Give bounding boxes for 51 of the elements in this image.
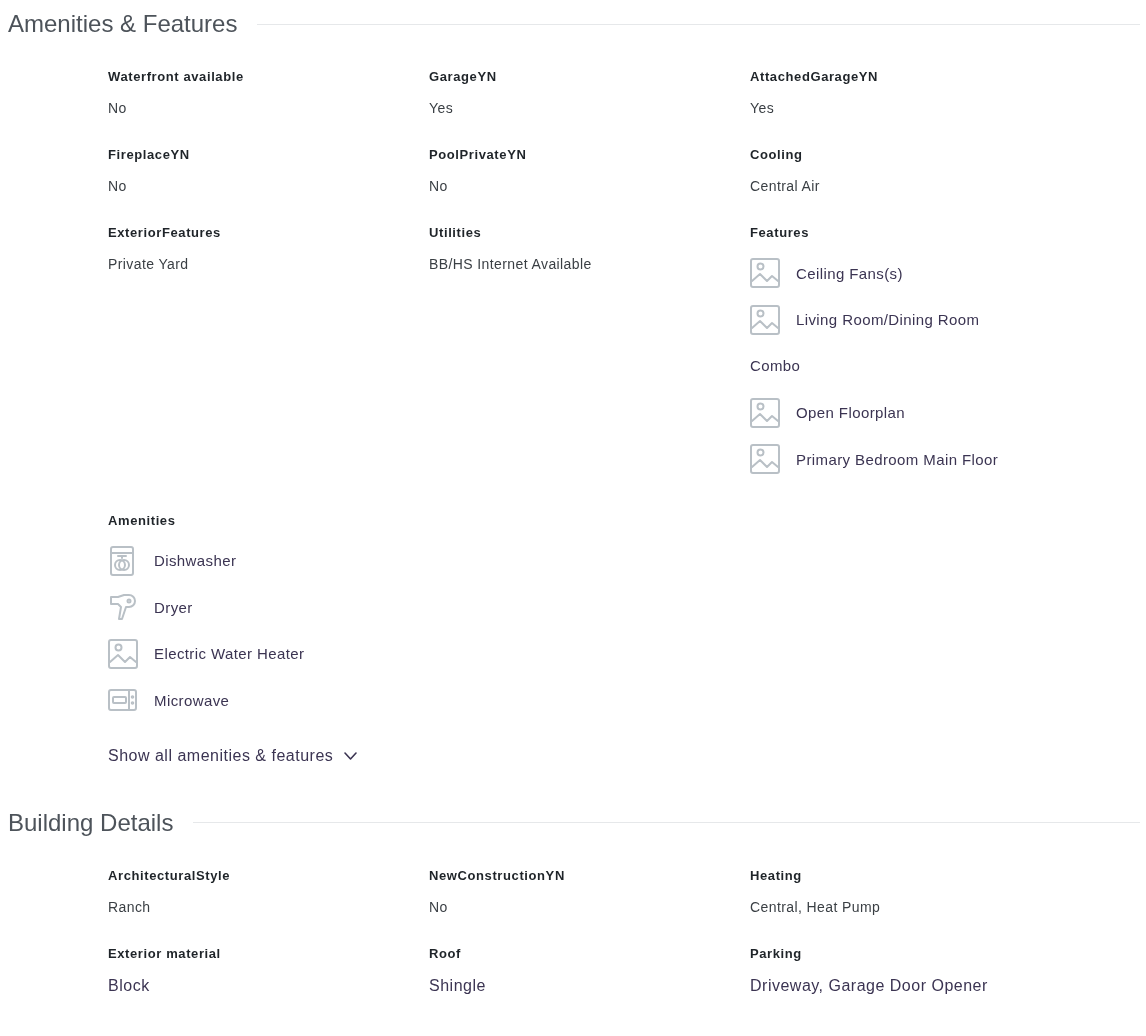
chevron-down-icon [344,751,358,760]
field-label: Cooling [750,147,804,163]
field-value: Yes [429,99,455,117]
list-item-label: Ceiling Fans(s) [796,264,903,282]
dishwasher-icon [110,545,134,576]
section-title: Building Details [8,807,174,838]
field-label: PoolPrivateYN [429,147,528,163]
field-label: Roof [429,945,462,962]
field-value: Shingle [429,975,487,996]
list-item-label: Combo [750,357,801,374]
field-label: GarageYN [429,69,498,85]
field-label: Amenities [108,512,177,529]
field-value: Ranch [108,897,152,916]
field-value: Yes [750,99,776,117]
field-label: Features [750,225,810,241]
field-label: Exterior material [108,945,222,962]
field-label: AttachedGarageYN [750,69,880,85]
picture-icon [108,638,138,669]
field-value: No [108,99,128,117]
list-item-label: Dryer [154,598,193,616]
field-label: ExteriorFeatures [108,225,222,241]
section-title: Amenities & Features [8,9,238,39]
show-all-button[interactable]: Show all amenities & features [108,745,358,766]
field-value: BB/HS Internet Available [429,255,593,273]
field-value: Block [108,975,151,996]
list-item-label: Primary Bedroom Main Floor [796,450,999,468]
field-value: No [108,177,128,195]
field-value: Central Air [750,177,821,195]
field-value: No [429,177,449,195]
picture-icon [750,444,780,475]
list-item-label: Living Room/Dining Room [796,311,980,329]
field-label: Utilities [429,225,483,241]
microwave-icon [108,689,137,712]
list-item-label: Electric Water Heater [154,645,305,663]
field-label: Waterfront available [108,69,245,85]
field-label: NewConstructionYN [429,867,566,884]
list-item-label: Microwave [154,691,230,709]
field-value: Central, Heat Pump [750,897,882,916]
field-label: FireplaceYN [108,147,191,163]
list-item-label: Open Floorplan [796,404,905,422]
field-label: ArchitecturalStyle [108,867,232,884]
field-value: No [429,897,449,916]
picture-icon [750,304,780,335]
field-value: Driveway, Garage Door Opener [750,975,989,996]
picture-icon [750,397,780,428]
field-label: Heating [750,867,803,884]
field-label: Parking [750,945,803,962]
picture-icon [750,258,780,289]
field-value: Private Yard [108,255,190,273]
list-item-label: Dishwasher [154,552,237,570]
hair-dryer-icon [110,594,136,621]
